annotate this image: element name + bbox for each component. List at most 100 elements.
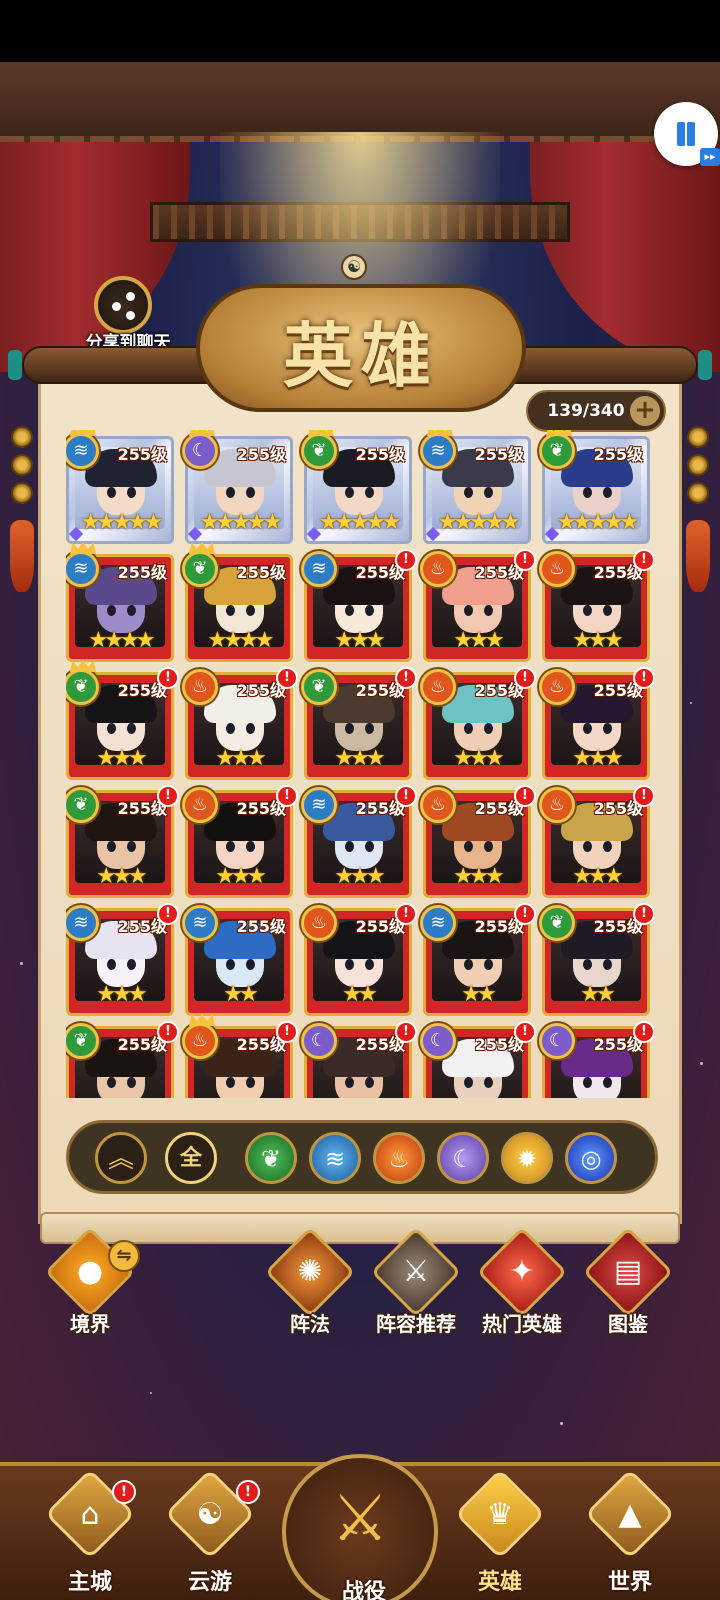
hero-card[interactable]: ☾ 255级! [301, 1021, 417, 1098]
hero-card[interactable]: ☾ 255级 ★★★★★ [182, 433, 293, 544]
hero-card[interactable]: ♨ 255级 ★★★! [539, 785, 654, 898]
expand-capacity-button[interactable]: + [630, 396, 660, 426]
yin-yang-icon: ☯ [341, 254, 367, 280]
hero-stars: ★★★ [96, 864, 147, 889]
hero-card[interactable]: ☾ 255级! [420, 1021, 536, 1098]
hero-card[interactable]: ≋ 255级 ★★★! [301, 549, 417, 662]
hero-card[interactable]: ♨ 255级 ★★★! [420, 667, 536, 780]
hero-level: 255级 [117, 445, 167, 464]
hero-card[interactable]: ♨ 255级 ★★★! [420, 549, 536, 662]
hero-stars: ★★★★★ [318, 510, 402, 535]
hero-stars: ★★★ [334, 746, 385, 771]
filter-wood-icon[interactable]: ❦ [245, 1132, 297, 1184]
nav-main-city[interactable]: ⌂ ! 主城 [30, 1468, 150, 1600]
water-element-icon: ≋ [301, 551, 337, 587]
filter-water-icon[interactable]: ≋ [309, 1132, 361, 1184]
hero-card[interactable]: ≋ 255级 ★★★★★ [420, 433, 531, 544]
nav-travel[interactable]: ☯ ! 云游 [150, 1468, 270, 1600]
alert-badge: ! [276, 1021, 298, 1043]
hero-card[interactable]: ≋ 255级 ★★★! [301, 785, 417, 898]
hero-level: 255级 [593, 445, 643, 464]
hero-level: 255级 [474, 445, 524, 464]
hero-stars: ★★★ [215, 864, 266, 889]
alert-badge: ! [514, 667, 536, 689]
hero-card[interactable]: ≋ 255级 ★★★★★ [66, 433, 174, 544]
hero-card[interactable]: ≋ 255级 ★★★! [66, 903, 179, 1016]
fire-element-icon: ♨ [182, 669, 218, 705]
action-formation[interactable]: ✺ 阵法 [260, 1226, 360, 1350]
hero-card[interactable]: ♨ 255级 ★★★! [420, 785, 536, 898]
hero-card[interactable]: ≋ 255级 ★★! [420, 903, 536, 1016]
element-filter-bar: ︽ 全 ❦ ≋ ♨ ☾ ✹ ◎ [66, 1120, 658, 1194]
hero-stars: ★★★★★ [199, 510, 283, 535]
nav-battle[interactable]: ⚔ 战役 [282, 1454, 438, 1600]
water-element-icon: ≋ [420, 433, 456, 469]
moon-element-icon: ☾ [539, 1023, 575, 1059]
hero-stars: ★★★ [453, 746, 504, 771]
hero-card[interactable]: ♨ 255级 ★★! [301, 903, 417, 1016]
filter-sun-icon[interactable]: ✹ [501, 1132, 553, 1184]
filter-moon-icon[interactable]: ☾ [437, 1132, 489, 1184]
hero-level: 255级 [355, 445, 405, 464]
hero-card[interactable]: ♨ 255级 ★★★! [182, 667, 298, 780]
nav-hero[interactable]: ♛ 英雄 [440, 1468, 560, 1600]
alert-badge: ! [633, 1021, 654, 1043]
hero-card[interactable]: ❦ 255级 ★★★★★ [539, 433, 650, 544]
fire-element-icon: ♨ [182, 787, 218, 823]
hero-card[interactable]: ♨ 255级 ★★★! [539, 667, 654, 780]
fast-forward-icon[interactable]: ▸▸ [700, 148, 720, 166]
alert-badge: ! [157, 785, 179, 807]
moon-element-icon: ☾ [301, 1023, 337, 1059]
filter-swirl-icon[interactable]: ◎ [565, 1132, 617, 1184]
filter-fire-icon[interactable]: ♨ [373, 1132, 425, 1184]
water-element-icon: ≋ [301, 787, 337, 823]
hero-level: 255级 [236, 917, 286, 936]
action-hot-heroes[interactable]: ✦ 热门英雄 [472, 1226, 572, 1350]
alert-badge: ! [276, 667, 298, 689]
action-codex[interactable]: ▤ 图鉴 [578, 1226, 678, 1350]
hero-stars: ★★★ [453, 864, 504, 889]
alert-badge: ! [395, 549, 417, 571]
share-icon [112, 292, 136, 320]
collapse-filter-button[interactable]: ︽ [95, 1132, 147, 1184]
hero-card[interactable]: ❦ 255级! [66, 1021, 179, 1098]
swap-icon[interactable]: ⇋ [108, 1240, 140, 1272]
share-button[interactable] [94, 276, 152, 334]
hero-card[interactable]: ♨ 255级 ★★★! [539, 549, 654, 662]
alert-badge: ! [112, 1480, 136, 1504]
hero-card[interactable]: ❦ 255级 ★★★! [66, 667, 179, 780]
hero-count: 139/340 [547, 401, 625, 421]
hero-card[interactable]: ≋ 255级 ★★ [182, 905, 293, 1016]
hero-level: 255级 [236, 445, 286, 464]
alert-badge: ! [236, 1480, 260, 1504]
hero-card[interactable]: ❦ 255级 ★★★★★ [301, 433, 412, 544]
hero-level: 255级 [236, 563, 286, 582]
moon-element-icon: ☾ [420, 1023, 456, 1059]
action-lineup-recommend[interactable]: ⚔ 阵容推荐 [366, 1226, 466, 1350]
hero-stars: ★★★ [334, 864, 385, 889]
nav-world[interactable]: ▲ 世界 [570, 1468, 690, 1600]
alert-badge: ! [633, 903, 654, 925]
fire-element-icon: ♨ [539, 551, 575, 587]
alert-badge: ! [633, 549, 654, 571]
filter-all-button[interactable]: 全 [165, 1132, 217, 1184]
wood-element-icon: ❦ [182, 551, 218, 587]
hero-card[interactable]: ❦ 255级 ★★★★ [182, 551, 293, 662]
battle-icon: ⚔ [331, 1482, 389, 1556]
hero-stars: ★★ [342, 982, 377, 1007]
scroll-rod-cap-left [8, 350, 22, 380]
alert-badge: ! [514, 785, 536, 807]
hero-card[interactable]: ♨ 255级 ★★★! [182, 785, 298, 898]
hero-stars: ★★★ [572, 864, 623, 889]
wood-element-icon: ❦ [301, 669, 337, 705]
hero-card[interactable]: ❦ 255级 ★★★! [66, 785, 179, 898]
alert-badge: ! [395, 667, 417, 689]
nav-label: 战役 [341, 1580, 386, 1600]
hero-card[interactable]: ❦ 255级 ★★★! [301, 667, 417, 780]
hero-card[interactable]: ❦ 255级 ★★! [539, 903, 654, 1016]
hero-card[interactable]: ≋ 255级 ★★★★ [66, 551, 174, 662]
hero-stars: ★★★★ [207, 628, 275, 653]
hero-card[interactable]: ☾ 255级! [539, 1021, 654, 1098]
alert-badge: ! [633, 785, 654, 807]
hero-card[interactable]: ♨ 255级! [182, 1021, 298, 1098]
